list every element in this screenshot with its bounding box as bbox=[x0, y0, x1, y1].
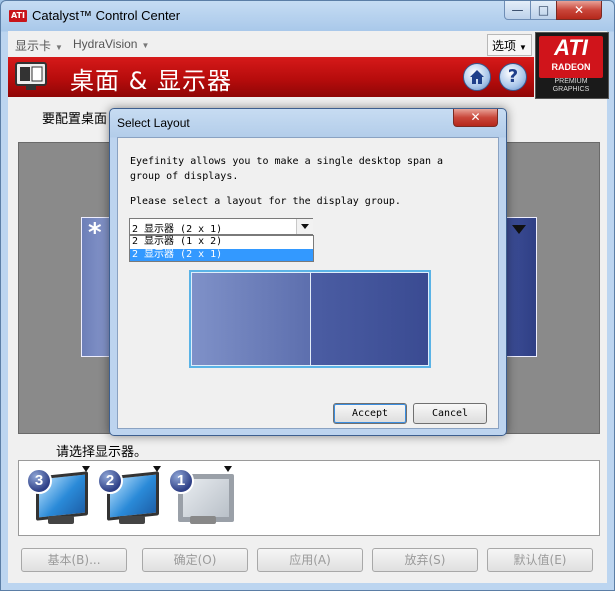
chevron-down-icon: ▼ bbox=[55, 43, 63, 52]
chevron-down-icon: ▼ bbox=[141, 41, 150, 50]
options-menu[interactable]: 选项 ▼ bbox=[487, 34, 532, 56]
basic-button[interactable]: 基本(B)... bbox=[21, 548, 127, 572]
apply-button[interactable]: 应用(A) bbox=[257, 548, 363, 572]
close-button[interactable]: ✕ bbox=[556, 1, 602, 20]
configure-desktop-label: 要配置桌面 bbox=[42, 112, 108, 127]
menu-graphics[interactable]: 显示卡 ▼ bbox=[15, 37, 63, 54]
dialog-title: Select Layout bbox=[117, 116, 190, 130]
desktop-display-icon bbox=[15, 62, 47, 90]
primary-display-marker: * bbox=[88, 218, 102, 248]
dialog-prompt: Please select a layout for the display g… bbox=[130, 196, 401, 206]
monitor-1[interactable]: 1 bbox=[168, 466, 234, 530]
monitor-menu-arrow-icon[interactable] bbox=[153, 466, 161, 472]
page-title: 桌面 & 显示器 bbox=[70, 67, 232, 95]
layout-option-1x2[interactable]: 2 显示器 (1 x 2) bbox=[130, 236, 313, 248]
cancel-button[interactable]: Cancel bbox=[413, 403, 487, 424]
menu-hydravision[interactable]: HydraVision ▼ bbox=[73, 37, 149, 51]
help-button[interactable]: ? bbox=[499, 63, 527, 91]
monitor-stand bbox=[190, 516, 216, 524]
options-label: 选项 bbox=[492, 39, 517, 53]
monitor-stand bbox=[119, 516, 145, 524]
dialog-description: Eyefinity allows you to make a single de… bbox=[130, 156, 444, 182]
home-icon bbox=[470, 70, 484, 84]
monitor-menu-arrow-icon[interactable] bbox=[82, 466, 90, 472]
monitor-number-badge: 2 bbox=[97, 468, 123, 494]
home-button[interactable] bbox=[463, 63, 491, 91]
display-menu-arrow-icon[interactable] bbox=[512, 225, 526, 234]
maximize-button[interactable]: □ bbox=[530, 1, 557, 20]
preview-display-right bbox=[311, 273, 428, 365]
layout-option-2x1[interactable]: 2 显示器 (2 x 1) bbox=[130, 249, 313, 261]
monitor-3[interactable]: 3 bbox=[26, 466, 90, 530]
chevron-down-icon: ▼ bbox=[519, 43, 527, 52]
discard-button[interactable]: 放弃(S) bbox=[372, 548, 478, 572]
monitor-2[interactable]: 2 bbox=[97, 466, 161, 530]
ati-logo-radeon: RADEON bbox=[551, 62, 591, 72]
preview-display-left bbox=[192, 273, 310, 365]
monitor-number-badge: 3 bbox=[26, 468, 52, 494]
layout-select-value: 2 显示器 (2 x 1) bbox=[132, 224, 223, 235]
accept-button[interactable]: Accept bbox=[333, 403, 407, 424]
chevron-down-icon[interactable] bbox=[296, 219, 313, 234]
ati-logo-text: ATI bbox=[554, 35, 588, 60]
preview-divider bbox=[310, 273, 311, 365]
ati-app-icon: ATI bbox=[9, 10, 27, 22]
dialog-close-button[interactable]: ✕ bbox=[453, 109, 498, 127]
menu-graphics-label: 显示卡 bbox=[15, 39, 52, 53]
monitor-number-badge: 1 bbox=[168, 468, 194, 494]
monitor-stand bbox=[48, 516, 74, 524]
minimize-button[interactable]: — bbox=[504, 1, 531, 20]
ok-button[interactable]: 确定(O) bbox=[142, 548, 248, 572]
window-title: Catalyst™ Control Center bbox=[32, 8, 181, 23]
desktop-display-right[interactable] bbox=[503, 217, 537, 357]
menu-hydravision-label: HydraVision bbox=[73, 37, 138, 51]
ati-logo-tagline: PREMIUM GRAPHICS bbox=[552, 78, 590, 93]
defaults-button[interactable]: 默认值(E) bbox=[487, 548, 593, 572]
select-display-label: 请选择显示器。 bbox=[56, 445, 148, 460]
monitor-menu-arrow-icon[interactable] bbox=[224, 466, 232, 472]
